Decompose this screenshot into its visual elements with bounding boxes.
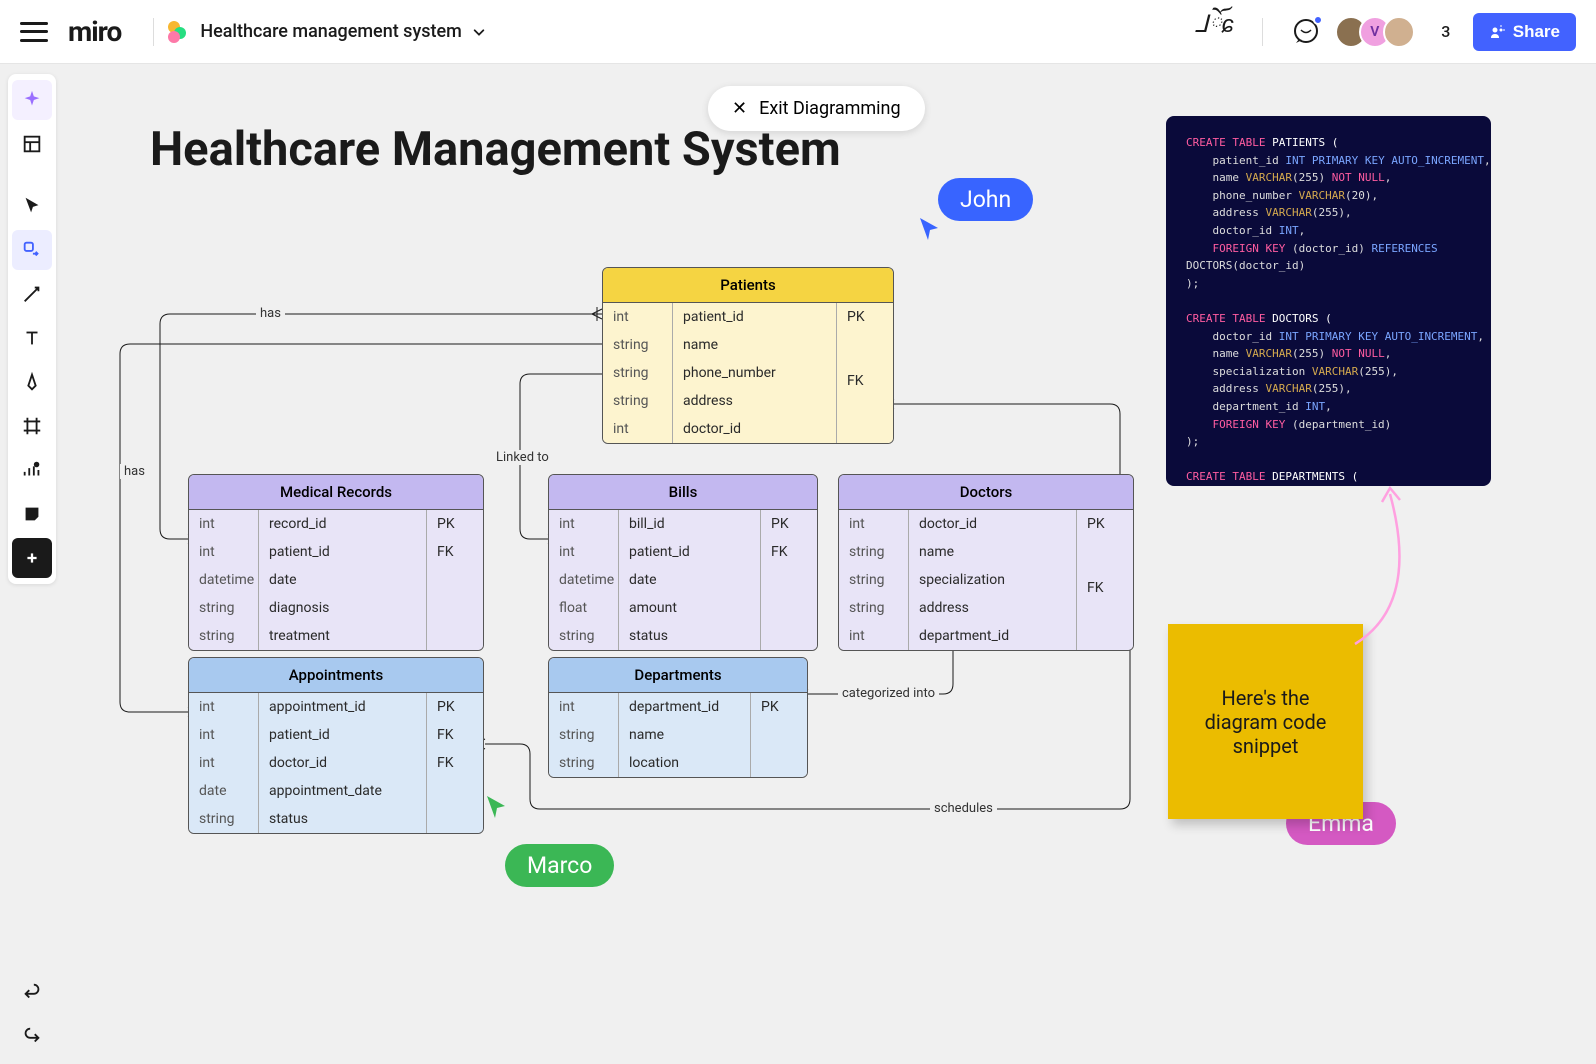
collaborator-avatars[interactable]: V — [1335, 16, 1415, 48]
user-count: 3 — [1433, 19, 1459, 45]
menu-button[interactable] — [20, 22, 48, 42]
sticky-note[interactable]: Here's the diagram code snippet — [1168, 624, 1363, 819]
chevron-down-icon[interactable] — [472, 25, 486, 39]
entity-bills[interactable]: Bills intintdatetimefloatstringbill_idpa… — [548, 474, 818, 651]
arrow-annotation — [1340, 484, 1460, 654]
code-panel[interactable]: CREATE TABLE PATIENTS ( patient_id INT P… — [1166, 116, 1491, 486]
redo-button[interactable] — [12, 1016, 52, 1056]
entity-title: Medical Records — [189, 475, 483, 510]
pen-tool[interactable] — [12, 362, 52, 402]
entity-medical-records[interactable]: Medical Records intintdatetimestringstri… — [188, 474, 484, 651]
add-tool[interactable] — [12, 538, 52, 578]
undo-button[interactable] — [12, 972, 52, 1012]
divider — [153, 18, 154, 46]
chart-tool[interactable] — [12, 450, 52, 490]
entity-title: Departments — [549, 658, 807, 693]
cursor-marco: Marco — [485, 824, 614, 887]
divider — [1262, 18, 1263, 46]
shapes-tool[interactable] — [12, 230, 52, 270]
project-name[interactable]: Healthcare management system — [200, 21, 462, 42]
share-button[interactable]: Share — [1473, 13, 1576, 51]
left-toolbar — [8, 74, 56, 584]
edge-label: has — [120, 464, 149, 479]
close-icon: ✕ — [732, 98, 747, 119]
edge-label: Linked to — [492, 450, 553, 465]
logo[interactable]: miro — [68, 15, 121, 48]
entity-appointments[interactable]: Appointments intintintdatestringappointm… — [188, 657, 484, 834]
connector-tool[interactable] — [12, 274, 52, 314]
select-tool[interactable] — [12, 186, 52, 226]
page-title: Healthcare Management System — [150, 122, 841, 177]
chat-icon[interactable] — [1291, 17, 1321, 47]
scribble-icon[interactable]: ᒧོɕ — [1194, 0, 1234, 65]
ai-tool[interactable] — [12, 80, 52, 120]
entity-title: Appointments — [189, 658, 483, 693]
top-bar: miro Healthcare management system ᒧོɕ V … — [0, 0, 1596, 64]
entity-title: Patients — [603, 268, 893, 303]
edge-label: categorized into — [838, 686, 939, 701]
entity-title: Bills — [549, 475, 817, 510]
canvas[interactable]: ✕ Exit Diagramming Healthcare Management… — [60, 64, 1586, 1064]
entity-patients[interactable]: Patients intstringstringstringintpatient… — [602, 267, 894, 444]
entity-doctors[interactable]: Doctors intstringstringstringintdoctor_i… — [838, 474, 1134, 651]
template-tool[interactable] — [12, 124, 52, 164]
sticker-tool[interactable] — [12, 494, 52, 534]
entity-title: Doctors — [839, 475, 1133, 510]
edge-label: has — [256, 306, 285, 321]
project-icon — [168, 21, 190, 43]
edge-label: schedules — [930, 801, 997, 816]
cursor-john: John — [918, 178, 1033, 221]
text-tool[interactable] — [12, 318, 52, 358]
entity-departments[interactable]: Departments intstringstringdepartment_id… — [548, 657, 808, 778]
entity-body: intstringstringstringintpatient_idnameph… — [603, 303, 893, 443]
frame-tool[interactable] — [12, 406, 52, 446]
